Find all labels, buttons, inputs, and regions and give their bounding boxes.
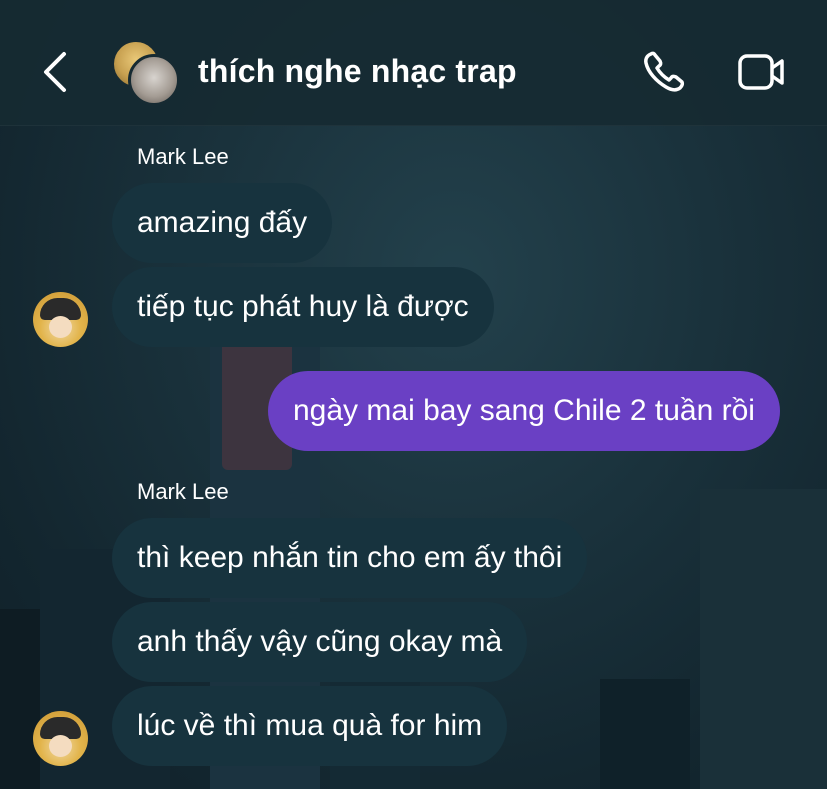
sender-avatar[interactable] <box>33 292 88 347</box>
group-member-avatar <box>128 54 180 106</box>
sender-name: Mark Lee <box>137 479 229 504</box>
incoming-message-bubble[interactable]: tiếp tục phát huy là được <box>112 267 494 347</box>
chat-header: thích nghe nhạc trap <box>0 0 827 126</box>
outgoing-message-bubble[interactable]: ngày mai bay sang Chile 2 tuần rồi <box>268 371 780 451</box>
call-button[interactable] <box>640 48 692 96</box>
group-avatar[interactable] <box>112 40 180 106</box>
incoming-message-bubble[interactable]: anh thấy vậy cũng okay mà <box>112 602 528 682</box>
background-building <box>700 489 827 789</box>
avatar-face <box>49 316 72 338</box>
video-camera-icon <box>738 54 784 90</box>
chevron-left-icon <box>44 52 66 92</box>
chat-title[interactable]: thích nghe nhạc trap <box>198 53 517 90</box>
incoming-message-bubble[interactable]: lúc về thì mua quà for him <box>112 686 508 766</box>
sender-avatar[interactable] <box>33 711 88 766</box>
incoming-message-bubble[interactable]: amazing đấy <box>112 183 333 263</box>
phone-icon <box>644 51 685 92</box>
video-call-button[interactable] <box>736 48 788 96</box>
sender-name: Mark Lee <box>137 144 229 169</box>
back-button[interactable] <box>36 50 80 94</box>
avatar-face <box>49 735 72 757</box>
incoming-message-bubble[interactable]: thì keep nhắn tin cho em ấy thôi <box>112 518 588 598</box>
background-building <box>600 679 690 789</box>
